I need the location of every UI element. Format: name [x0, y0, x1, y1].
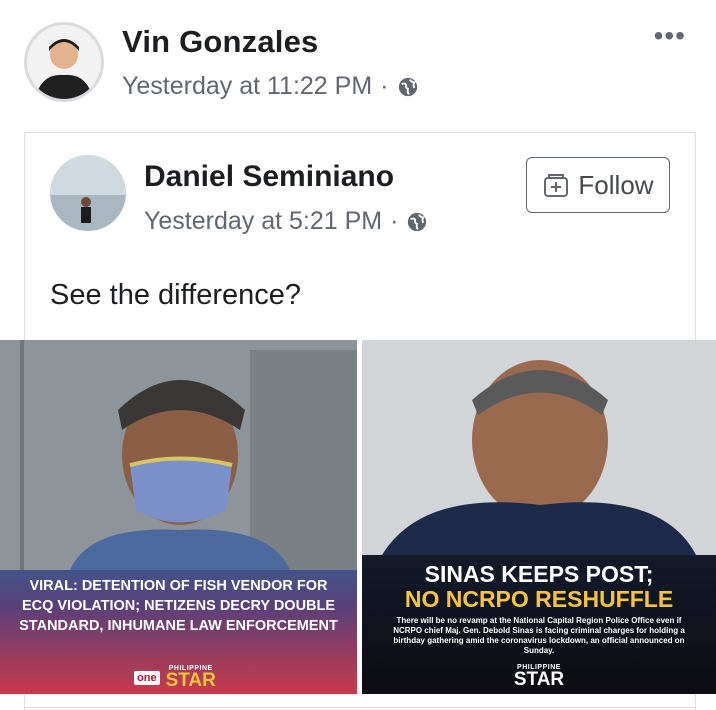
one-news-logo: one [134, 670, 160, 685]
more-options-icon[interactable]: ••• [654, 22, 686, 50]
follow-label: Follow [578, 169, 654, 200]
globe-icon[interactable] [406, 211, 428, 233]
shared-post-meta: Yesterday at 5:21 PM · [144, 207, 428, 236]
photo-right[interactable]: SINAS KEEPS POST; NO NCRPO RESHUFFLE The… [362, 340, 716, 694]
post-timestamp[interactable]: Yesterday at 11:22 PM [122, 72, 372, 101]
right-caption-body: There will be no revamp at the National … [393, 616, 685, 655]
headline-line2: NO NCRPO RESHUFFLE [404, 586, 674, 612]
profile-photo [27, 25, 101, 99]
post-meta: Yesterday at 11:22 PM · [122, 72, 419, 101]
meta-separator: · [390, 207, 399, 235]
headline-line1: SINAS KEEPS POST; [424, 561, 654, 587]
facebook-post: Vin Gonzales Yesterday at 11:22 PM · •••… [0, 0, 716, 710]
post-text: See the difference? [50, 279, 301, 311]
follow-icon [544, 174, 569, 197]
brand-big-text: STAR [513, 669, 565, 690]
brand-big-text: STAR [165, 670, 216, 691]
author-name[interactable]: Vin Gonzales [122, 24, 319, 60]
shared-author-name[interactable]: Daniel Seminiano [144, 160, 394, 194]
sinas-photo [362, 340, 716, 555]
right-headline: SINAS KEEPS POST; NO NCRPO RESHUFFLE [362, 562, 716, 612]
photo-left[interactable]: VIRAL: DETENTION OF FISH VENDOR FOR ECQ … [0, 340, 357, 694]
shared-profile-photo [50, 155, 126, 231]
shared-avatar[interactable] [50, 155, 126, 231]
left-caption: VIRAL: DETENTION OF FISH VENDOR FOR ECQ … [19, 578, 338, 634]
globe-icon[interactable] [397, 76, 419, 98]
avatar[interactable] [24, 22, 104, 102]
right-brand-logo: PHILIPPINE STAR [362, 664, 716, 689]
follow-button[interactable]: Follow [526, 157, 670, 213]
left-brand-logo: one PHILIPPINE STAR [134, 665, 216, 690]
divider [24, 707, 696, 708]
fish-vendor-photo [0, 340, 357, 570]
shared-post-timestamp[interactable]: Yesterday at 5:21 PM [144, 207, 382, 236]
meta-separator: · [380, 72, 389, 100]
